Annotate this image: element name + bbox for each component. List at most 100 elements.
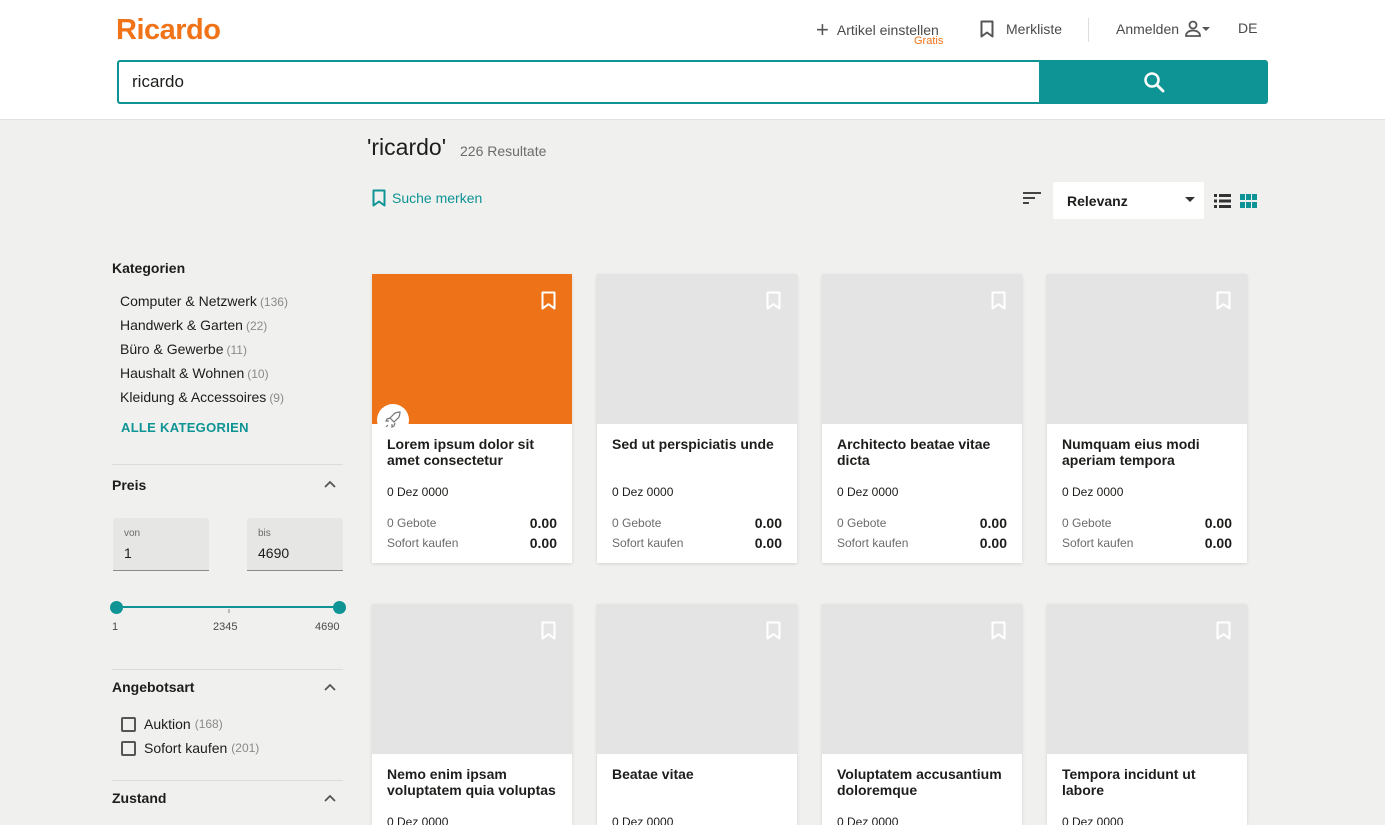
category-label: Handwerk & Garten (120, 317, 243, 333)
user-icon (1185, 20, 1211, 37)
categories-title: Kategorien (112, 260, 186, 276)
sort-icon[interactable] (1022, 191, 1042, 205)
divider (112, 669, 343, 670)
watchlist-link[interactable]: Merkliste (980, 20, 1062, 38)
login-menu[interactable]: Anmelden (1116, 20, 1211, 38)
bookmark-icon[interactable] (541, 291, 556, 310)
product-card[interactable]: Voluptatem accusantium doloremque 0 Dez … (822, 604, 1022, 825)
product-title[interactable]: Lorem ipsum dolor sit amet consectetur (387, 436, 563, 468)
product-card[interactable]: Sed ut perspiciatis unde 0 Dez 0000 0 Ge… (597, 274, 797, 563)
product-buy-now-label: Sofort kaufen (1062, 536, 1134, 550)
product-end-date: 0 Dez 0000 (837, 485, 899, 499)
price-from-value: 1 (124, 545, 132, 561)
search-query-title: 'ricardo' (367, 134, 447, 160)
offer-label: Sofort kaufen (144, 740, 228, 756)
plus-icon: + (816, 17, 829, 42)
product-title[interactable]: Tempora incidunt ut labore (1062, 766, 1238, 798)
product-card[interactable]: Beatae vitae 0 Dez 0000 (597, 604, 797, 825)
language-switch[interactable]: DE (1238, 20, 1257, 36)
price-slider-track[interactable] (117, 606, 340, 608)
chevron-up-icon[interactable] (324, 480, 336, 488)
product-title[interactable]: Voluptatem accusantium doloremque (837, 766, 1013, 798)
bookmark-icon[interactable] (991, 621, 1006, 640)
category-item[interactable]: Haushalt & Wohnen (10) (120, 365, 269, 381)
list-view-icon[interactable] (1214, 194, 1231, 208)
price-from-label: von (124, 528, 141, 539)
product-bid-price: 0.00 (529, 515, 557, 531)
price-to-label: bis (258, 528, 271, 539)
sort-dropdown[interactable]: Relevanz (1053, 182, 1204, 219)
chevron-up-icon[interactable] (324, 794, 336, 802)
bookmark-icon[interactable] (766, 621, 781, 640)
product-title[interactable]: Nemo enim ipsam voluptatem quia voluptas (387, 766, 563, 798)
slider-mid-label: 2345 (213, 621, 238, 633)
product-card[interactable]: Lorem ipsum dolor sit amet consectetur 0… (372, 274, 572, 563)
category-label: Büro & Gewerbe (120, 341, 224, 357)
rocket-icon (377, 404, 409, 436)
price-to-field[interactable]: bis 4690 (247, 518, 343, 571)
site-header: Ricardo + Artikel einstellen Gratis Merk… (0, 0, 1385, 120)
product-card[interactable]: Tempora incidunt ut labore 0 Dez 0000 (1047, 604, 1247, 825)
save-search-button[interactable]: Suche merken (372, 189, 482, 207)
product-title[interactable]: Architecto beatae vitae dicta (837, 436, 1013, 468)
category-count: (22) (245, 319, 268, 333)
product-end-date: 0 Dez 0000 (387, 485, 449, 499)
category-count: (11) (226, 343, 247, 357)
category-item[interactable]: Büro & Gewerbe (11) (120, 341, 247, 357)
header-divider (1088, 18, 1089, 42)
product-card[interactable]: Nemo enim ipsam voluptatem quia voluptas… (372, 604, 572, 825)
product-end-date: 0 Dez 0000 (1062, 815, 1124, 825)
all-categories-link[interactable]: ALLE KATEGORIEN (121, 420, 249, 435)
category-item[interactable]: Handwerk & Garten (22) (120, 317, 267, 333)
category-count: (9) (269, 391, 284, 405)
category-item[interactable]: Kleidung & Accessoires (9) (120, 389, 284, 405)
price-slider-min-handle[interactable] (110, 601, 123, 614)
product-title[interactable]: Sed ut perspiciatis unde (612, 436, 788, 452)
search-input[interactable] (117, 60, 1039, 104)
slider-max-label: 4690 (315, 621, 340, 633)
grid-view-icon[interactable] (1240, 194, 1257, 208)
offer-auction-option[interactable]: Auktion (168) (121, 716, 223, 732)
product-end-date: 0 Dez 0000 (837, 815, 899, 825)
product-title[interactable]: Numquam eius modi aperiam tempora (1062, 436, 1238, 468)
price-slider-max-handle[interactable] (333, 601, 346, 614)
product-end-date: 0 Dez 0000 (612, 815, 674, 825)
price-slider-tick (228, 609, 230, 613)
auction-checkbox[interactable] (121, 716, 136, 732)
bookmark-icon[interactable] (766, 291, 781, 310)
price-from-field[interactable]: von 1 (113, 518, 209, 571)
chevron-up-icon[interactable] (324, 683, 336, 691)
ricardo-logo[interactable]: Ricardo (116, 14, 221, 47)
product-buy-now-price: 0.00 (529, 535, 557, 551)
category-item[interactable]: Computer & Netzwerk (136) (120, 293, 288, 309)
buy-now-checkbox[interactable] (121, 740, 136, 756)
bookmark-icon[interactable] (991, 291, 1006, 310)
bookmark-icon[interactable] (541, 621, 556, 640)
divider (112, 780, 343, 781)
price-to-value: 4690 (258, 545, 290, 561)
result-count: 226 Resultate (460, 143, 547, 159)
search-button[interactable] (1039, 60, 1268, 104)
product-buy-now-label: Sofort kaufen (387, 536, 459, 550)
product-buy-now-price: 0.00 (754, 535, 782, 551)
category-label: Computer & Netzwerk (120, 293, 257, 309)
category-label: Haushalt & Wohnen (120, 365, 245, 381)
save-search-label: Suche merken (392, 190, 483, 206)
chevron-down-icon (1185, 197, 1195, 202)
product-buy-now-label: Sofort kaufen (612, 536, 684, 550)
price-title: Preis (112, 477, 147, 493)
offer-type-title: Angebotsart (112, 679, 195, 695)
login-label: Anmelden (1116, 21, 1180, 37)
offer-count: (201) (231, 741, 260, 755)
product-end-date: 0 Dez 0000 (387, 815, 449, 825)
bookmark-icon[interactable] (1216, 291, 1231, 310)
offer-buy-now-option[interactable]: Sofort kaufen (201) (121, 740, 259, 756)
product-end-date: 0 Dez 0000 (612, 485, 674, 499)
product-buy-now-label: Sofort kaufen (837, 536, 909, 550)
bookmark-icon[interactable] (1216, 621, 1231, 640)
product-card[interactable]: Architecto beatae vitae dicta 0 Dez 0000… (822, 274, 1022, 563)
product-bid-price: 0.00 (979, 515, 1007, 531)
product-title[interactable]: Beatae vitae (612, 766, 788, 782)
category-label: Kleidung & Accessoires (120, 389, 267, 405)
product-card[interactable]: Numquam eius modi aperiam tempora 0 Dez … (1047, 274, 1247, 563)
